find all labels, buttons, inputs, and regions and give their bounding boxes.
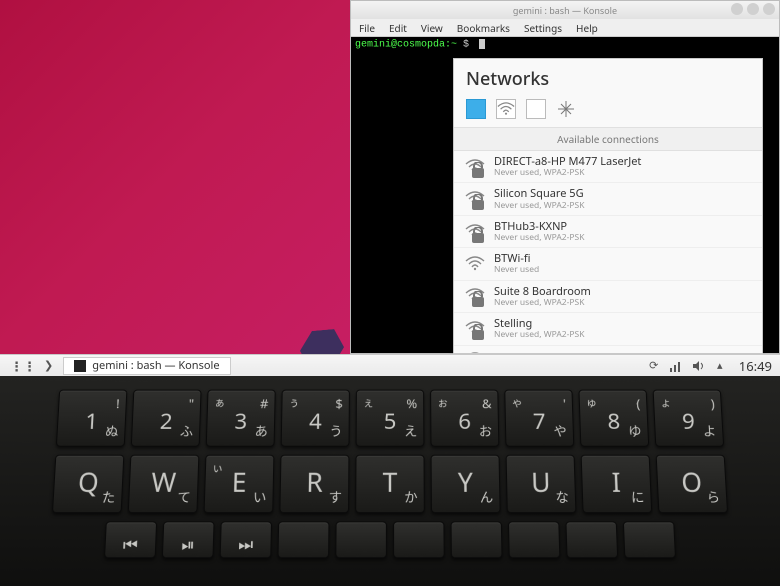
tray-network-icon[interactable] (669, 359, 683, 373)
konsole-titlebar[interactable]: gemini : bash — Konsole (351, 1, 779, 19)
key-I: Iに (581, 455, 653, 513)
key-media-5 (393, 521, 445, 558)
filter-wired-button[interactable] (466, 99, 486, 119)
terminal-cursor (479, 39, 485, 49)
desktop-pager-button[interactable]: ❯ (44, 358, 53, 373)
key-R: Rす (279, 455, 349, 513)
app-launcher-button[interactable]: ⋮⋮ (6, 357, 40, 375)
key-media-1: ⏯ (162, 521, 215, 558)
network-subtext: Never used, WPA2-PSK (494, 168, 641, 177)
menu-settings[interactable]: Settings (524, 21, 562, 35)
wifi-icon (464, 223, 486, 241)
window-maximize-button[interactable] (747, 3, 759, 15)
wifi-icon (464, 255, 486, 273)
airplane-mode-button[interactable] (556, 99, 576, 119)
taskbar-entry-konsole[interactable]: gemini : bash — Konsole (63, 357, 230, 375)
networks-filter-bar (454, 95, 762, 127)
wifi-icon (464, 320, 486, 338)
network-subtext: Never used (494, 265, 539, 274)
network-item[interactable]: BTHub3-KXNPNever used, WPA2-PSK (454, 216, 762, 248)
window-minimize-button[interactable] (731, 3, 743, 15)
networks-title: Networks (454, 59, 762, 95)
key-media-0: ⏮ (104, 521, 157, 558)
wifi-icon (464, 158, 486, 176)
key-O: Oら (656, 455, 728, 513)
wifi-icon (464, 287, 486, 305)
key-9: ょ)9よ (653, 390, 725, 447)
networks-section-header: Available connections (454, 127, 762, 151)
filter-wifi-button[interactable] (496, 99, 516, 119)
key-media-2: ⏭ (220, 521, 272, 558)
key-media-4 (335, 521, 387, 558)
key-media-7 (508, 521, 560, 558)
menu-bookmarks[interactable]: Bookmarks (457, 21, 510, 35)
tray-volume-icon[interactable] (691, 359, 705, 373)
network-subtext: Never used, WPA2-PSK (494, 298, 591, 307)
konsole-menubar: File Edit View Bookmarks Settings Help (351, 19, 779, 37)
network-item[interactable]: StellingNever used, WPA2-PSK (454, 313, 762, 345)
window-close-button[interactable] (763, 3, 775, 15)
menu-view[interactable]: View (421, 21, 443, 35)
key-Y: Yん (431, 455, 501, 513)
filter-unknown-button[interactable] (526, 99, 546, 119)
konsole-icon (74, 360, 86, 372)
key-E: ぃEい (204, 455, 275, 513)
key-5: ぇ%5え (356, 390, 425, 447)
taskbar-clock[interactable]: 16:49 (735, 357, 772, 375)
key-2: "2ふ (131, 390, 202, 447)
key-7: ゃ'7や (504, 390, 574, 447)
key-6: ぉ&6お (430, 390, 499, 447)
network-subtext: Never used, WPA2-PSK (494, 330, 584, 339)
network-item[interactable]: Suite 8 BoardroomNever used, WPA2-PSK (454, 281, 762, 313)
networks-list[interactable]: DIRECT-a8-HP M477 LaserJetNever used, WP… (454, 151, 762, 353)
menu-help[interactable]: Help (576, 21, 598, 35)
key-W: Wて (128, 455, 200, 513)
key-U: Uな (506, 455, 577, 513)
network-subtext: Never used, WPA2-PSK (494, 233, 584, 242)
key-T: Tか (355, 455, 425, 513)
tray-expand-icon[interactable]: ▴ (713, 359, 727, 373)
key-1: !1ぬ (56, 390, 128, 447)
menu-edit[interactable]: Edit (389, 21, 407, 35)
network-name: Silicon Square 5G (494, 188, 584, 200)
network-subtext: Never used, WPA2-PSK (494, 201, 584, 210)
physical-keyboard: !1ぬ"2ふぁ#3あぅ$4うぇ%5えぉ&6おゃ'7やゅ(8ゆょ)9よ QたWてぃ… (0, 376, 780, 586)
terminal-prompt-path: :~ (445, 40, 457, 51)
taskbar-entry-label: gemini : bash — Konsole (92, 358, 219, 373)
konsole-title: gemini : bash — Konsole (513, 4, 617, 17)
key-media-3 (277, 521, 329, 558)
key-media-9 (623, 521, 676, 558)
network-item[interactable]: Silicon Square 5GNever used, WPA2-PSK (454, 183, 762, 215)
terminal-prompt-dollar: $ (463, 40, 469, 51)
key-8: ゅ(8ゆ (578, 390, 649, 447)
menu-file[interactable]: File (359, 21, 375, 35)
network-item[interactable]: Fraser Giles (454, 346, 762, 353)
key-media-6 (451, 521, 503, 558)
key-Q: Qた (52, 455, 124, 513)
terminal-prompt-user: gemini@cosmopda (355, 40, 445, 51)
tray-updates-icon[interactable]: ⟳ (647, 359, 661, 373)
network-item[interactable]: BTWi-fiNever used (454, 248, 762, 280)
key-3: ぁ#3あ (206, 390, 276, 447)
network-item[interactable]: DIRECT-a8-HP M477 LaserJetNever used, WP… (454, 151, 762, 183)
system-tray: ⟳ ▴ 16:49 (639, 357, 780, 375)
taskbar: ⋮⋮ ❯ gemini : bash — Konsole ⟳ ▴ 16:49 (0, 354, 780, 376)
key-4: ぅ$4う (281, 390, 350, 447)
wifi-icon (464, 351, 486, 353)
networks-popup[interactable]: Networks Available connections DIRECT-a8… (453, 58, 763, 354)
key-media-8 (565, 521, 618, 558)
wifi-icon (464, 190, 486, 208)
